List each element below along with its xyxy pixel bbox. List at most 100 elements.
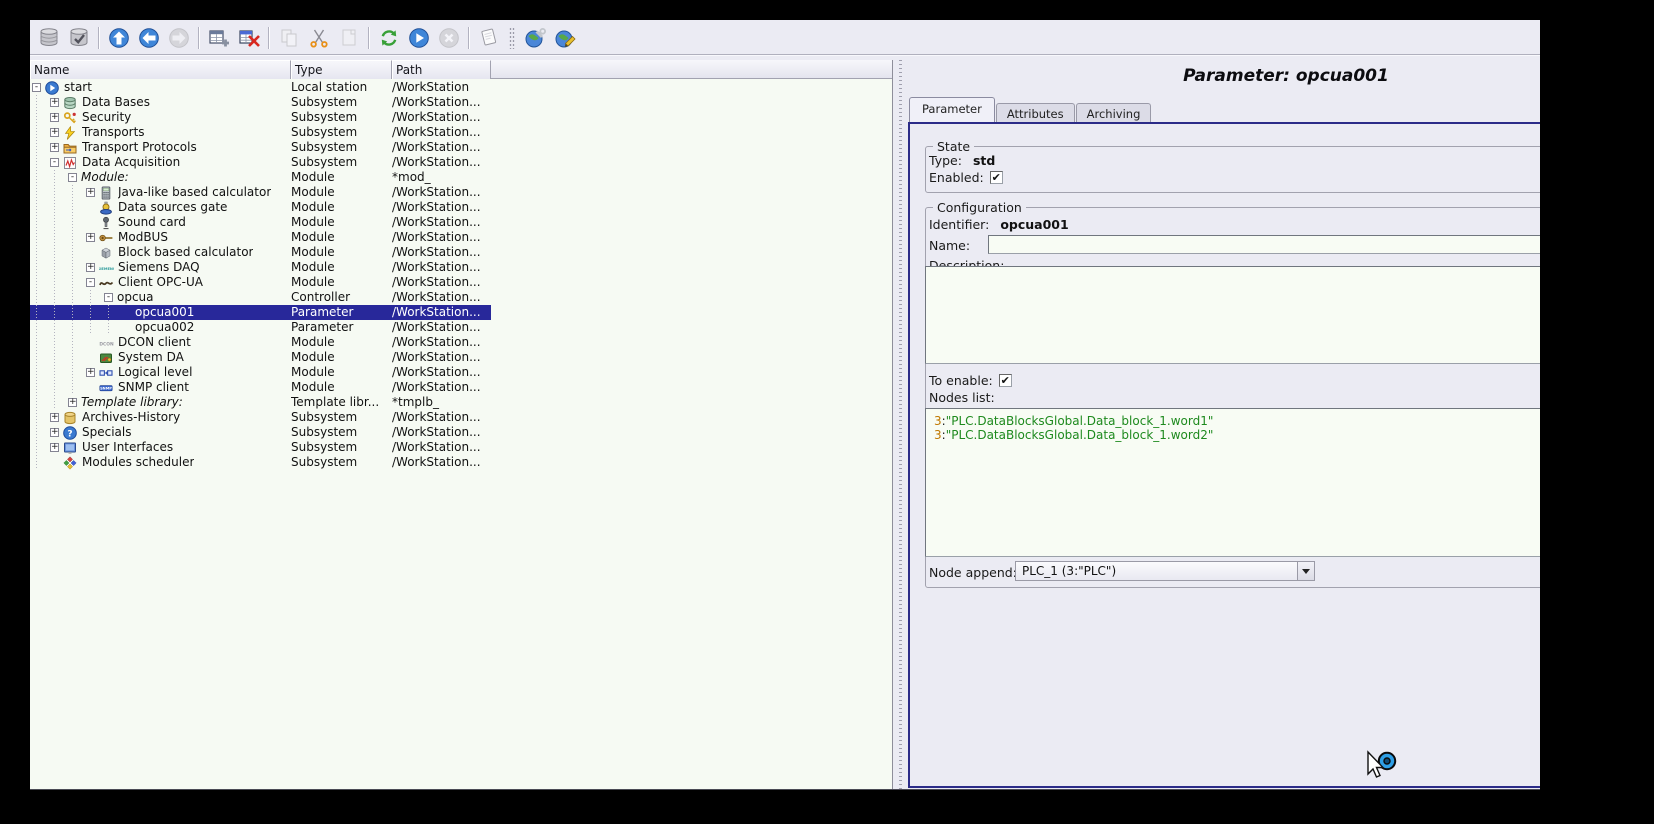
column-header-type[interactable]: Type bbox=[291, 60, 392, 79]
expander-minus-icon[interactable]: - bbox=[68, 173, 77, 182]
node-append-combobox[interactable]: PLC_1 (3:"PLC") bbox=[1015, 561, 1315, 581]
type-label: Type: bbox=[929, 153, 962, 168]
expander-minus-icon[interactable]: - bbox=[104, 293, 113, 302]
tree-node-path: /WorkStation... bbox=[392, 365, 491, 380]
tab-archiving[interactable]: Archiving bbox=[1076, 103, 1152, 124]
tree-row-name: +Data Bases bbox=[30, 95, 290, 110]
back-button[interactable] bbox=[135, 25, 163, 51]
nodes-list-textarea[interactable]: 3:"PLC.DataBlocksGlobal.Data_block_1.wor… bbox=[925, 408, 1540, 557]
tree-row-name: Sound card bbox=[30, 215, 290, 230]
tree-row-user-interfaces[interactable]: +User InterfacesSubsystem/WorkStation... bbox=[30, 440, 491, 455]
node-append-value: PLC_1 (3:"PLC") bbox=[1016, 564, 1297, 578]
tree-row-name: +SIEMENSSiemens DAQ bbox=[30, 260, 290, 275]
tree-row-block-based-calculator[interactable]: Block based calculatorModule/WorkStation… bbox=[30, 245, 491, 260]
expander-plus-icon[interactable]: + bbox=[50, 413, 59, 422]
enabled-checkbox[interactable]: ✔ bbox=[990, 171, 1003, 184]
tree-row-opcua002[interactable]: opcua002Parameter/WorkStation... bbox=[30, 320, 491, 335]
tree-row-java-like-based-calculator[interactable]: +Java-like based calculatorModule/WorkSt… bbox=[30, 185, 491, 200]
clean-button[interactable] bbox=[475, 25, 503, 51]
description-textarea[interactable] bbox=[925, 266, 1540, 364]
forward-button bbox=[165, 25, 193, 51]
expander-plus-icon[interactable]: + bbox=[50, 428, 59, 437]
tree-row-sound-card[interactable]: Sound cardModule/WorkStation... bbox=[30, 215, 491, 230]
expander-plus-icon[interactable]: + bbox=[50, 443, 59, 452]
expander-plus-icon[interactable]: + bbox=[50, 113, 59, 122]
item-add-button[interactable] bbox=[205, 25, 233, 51]
expander-plus-icon[interactable]: + bbox=[50, 143, 59, 152]
expander-minus-icon[interactable]: - bbox=[32, 83, 41, 92]
refresh-button[interactable] bbox=[375, 25, 403, 51]
expander-plus-icon[interactable]: + bbox=[50, 98, 59, 107]
tree-row-security[interactable]: +SecuritySubsystem/WorkStation... bbox=[30, 110, 491, 125]
tree-row-opcua001[interactable]: opcua001Parameter/WorkStation... bbox=[30, 305, 491, 320]
tree-guide-line bbox=[50, 395, 68, 410]
expander-plus-icon[interactable]: + bbox=[86, 233, 95, 242]
tree-row-transports[interactable]: +TransportsSubsystem/WorkStation... bbox=[30, 125, 491, 140]
tree-row-modbus[interactable]: +ModBUSModule/WorkStation... bbox=[30, 230, 491, 245]
tree-node-label: Data sources gate bbox=[118, 200, 227, 215]
tree-row-data-acquisition[interactable]: -Data AcquisitionSubsystem/WorkStation..… bbox=[30, 155, 491, 170]
tree-row-data-bases[interactable]: +Data BasesSubsystem/WorkStation... bbox=[30, 95, 491, 110]
tree-row-siemens-daq[interactable]: +SIEMENSSiemens DAQModule/WorkStation... bbox=[30, 260, 491, 275]
tree-row-opcua[interactable]: -opcuaController/WorkStation... bbox=[30, 290, 491, 305]
tree-row-module[interactable]: -Module:Module*mod_ bbox=[30, 170, 491, 185]
load-button[interactable] bbox=[65, 25, 93, 51]
refresh-icon bbox=[378, 27, 400, 49]
tree-row-archives-history[interactable]: +Archives-HistorySubsystem/WorkStation..… bbox=[30, 410, 491, 425]
toolbar-separator bbox=[268, 27, 270, 49]
dev-edit-button[interactable] bbox=[551, 25, 579, 51]
tree-row-logical-level[interactable]: +Logical levelModule/WorkStation... bbox=[30, 365, 491, 380]
expander-plus-icon[interactable]: + bbox=[86, 188, 95, 197]
tree-row-snmp-client[interactable]: SNMPSNMP clientModule/WorkStation... bbox=[30, 380, 491, 395]
tree-guide-line bbox=[50, 260, 68, 275]
tree-guide-line bbox=[50, 320, 68, 335]
column-header-name[interactable]: Name bbox=[30, 60, 291, 79]
tree-node-type: Subsystem bbox=[291, 125, 390, 140]
tree-node-label: ModBUS bbox=[118, 230, 168, 245]
tree-row-name: +User Interfaces bbox=[30, 440, 290, 455]
expander-plus-icon[interactable]: + bbox=[86, 368, 95, 377]
toolbar-drag-handle[interactable] bbox=[509, 27, 515, 49]
tree-node-type: Module bbox=[291, 245, 390, 260]
parameter-panel: Parameter: opcua001 ParameterAttributesA… bbox=[908, 60, 1540, 790]
name-input[interactable] bbox=[988, 235, 1540, 254]
tab-attributes[interactable]: Attributes bbox=[996, 103, 1075, 124]
tree-node-path: /WorkStation... bbox=[392, 95, 491, 110]
tree-header: NameTypePath bbox=[30, 60, 892, 79]
tree-guide-line bbox=[50, 230, 68, 245]
tree-row-client-opc-ua[interactable]: -Client OPC-UAModule/WorkStation... bbox=[30, 275, 491, 290]
to-enable-checkbox[interactable]: ✔ bbox=[999, 374, 1012, 387]
item-delete-button[interactable] bbox=[235, 25, 263, 51]
expander-minus-icon[interactable]: - bbox=[86, 278, 95, 287]
up-button[interactable] bbox=[105, 25, 133, 51]
archives-db-icon bbox=[63, 411, 78, 425]
tree-node-path: /WorkStation... bbox=[392, 185, 491, 200]
tree-guide-line bbox=[32, 140, 50, 155]
tree-row-system-da[interactable]: System DAModule/WorkStation... bbox=[30, 350, 491, 365]
expander-minus-icon[interactable]: - bbox=[50, 158, 59, 167]
tree-row-transport-protocols[interactable]: +Transport ProtocolsSubsystem/WorkStatio… bbox=[30, 140, 491, 155]
tree-row-name: +Archives-History bbox=[30, 410, 290, 425]
save-button[interactable] bbox=[35, 25, 63, 51]
expander-plus-icon[interactable]: + bbox=[68, 398, 77, 407]
tree-row-start[interactable]: -startLocal station/WorkStation bbox=[30, 80, 491, 95]
tree-node-type: Subsystem bbox=[291, 455, 390, 470]
chevron-down-icon[interactable] bbox=[1297, 562, 1314, 580]
tree-guide-line bbox=[68, 365, 86, 380]
column-header-path[interactable]: Path bbox=[392, 60, 491, 79]
dev-config-button[interactable] bbox=[521, 25, 549, 51]
tree-row-data-sources-gate[interactable]: Data sources gateModule/WorkStation... bbox=[30, 200, 491, 215]
expander-plus-icon[interactable]: + bbox=[86, 263, 95, 272]
tree-node-path: /WorkStation... bbox=[392, 200, 491, 215]
start-button[interactable] bbox=[405, 25, 433, 51]
cut-button[interactable] bbox=[305, 25, 333, 51]
tree-row-modules-scheduler[interactable]: Modules schedulerSubsystem/WorkStation..… bbox=[30, 455, 491, 470]
tab-parameter[interactable]: Parameter bbox=[909, 97, 995, 122]
expander-plus-icon[interactable]: + bbox=[50, 128, 59, 137]
tree-node-type: Module bbox=[291, 230, 390, 245]
splitter[interactable] bbox=[894, 60, 907, 790]
tree-guide-line bbox=[32, 380, 50, 395]
tree-row-specials[interactable]: +?SpecialsSubsystem/WorkStation... bbox=[30, 425, 491, 440]
tree-row-template-library[interactable]: +Template library:Template libr...*tmplb… bbox=[30, 395, 491, 410]
tree-row-dcon-client[interactable]: DCONDCON clientModule/WorkStation... bbox=[30, 335, 491, 350]
